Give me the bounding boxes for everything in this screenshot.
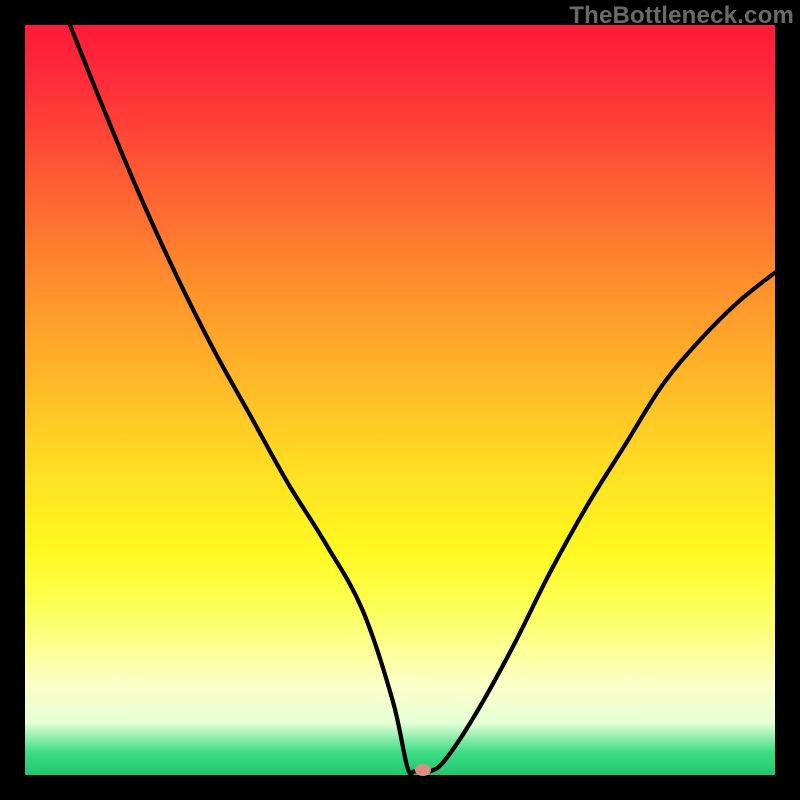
chart-frame: TheBottleneck.com [0,0,800,800]
min-point-marker [415,764,431,776]
curve-svg [25,25,775,775]
plot-area [25,25,775,775]
bottleneck-curve-path [70,25,775,774]
